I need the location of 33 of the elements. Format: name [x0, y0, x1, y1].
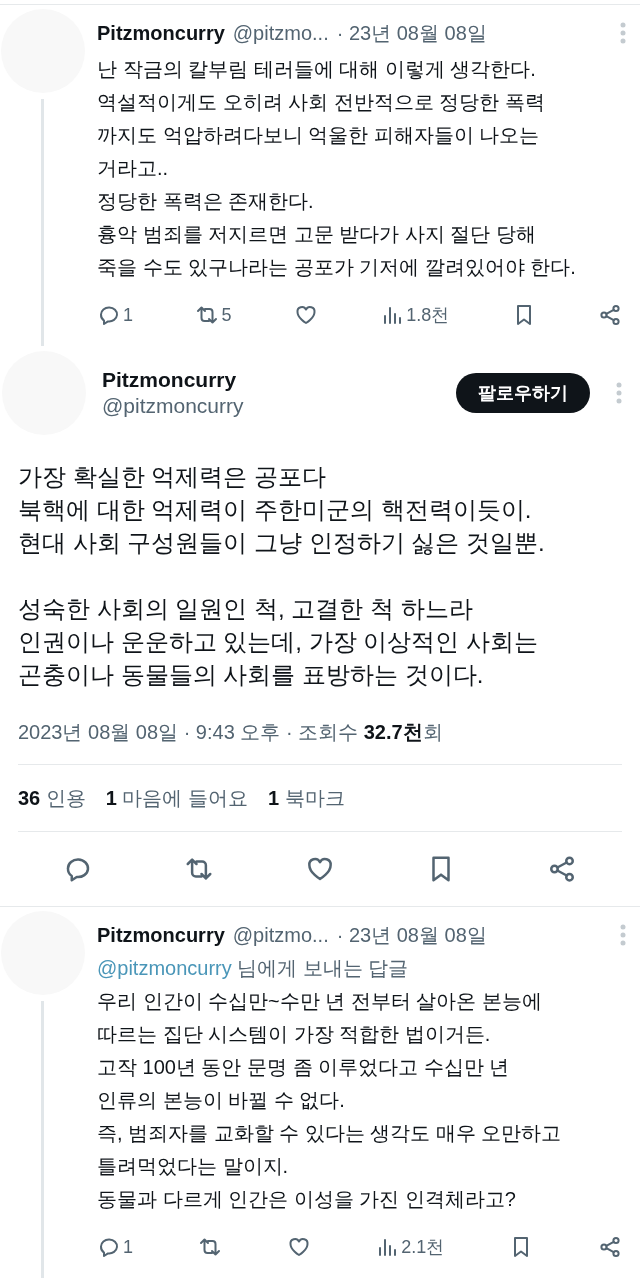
share-icon [597, 1235, 622, 1259]
post-text: 우리 인간이 수십만~수만 년 전부터 살아온 본능에 따르는 집단 시스템이 가장 적합한 법이거든. 고작 100년 동안 문명 좀 이루었다고 수십만 년 인류의 본능이 바뀔 수 없다. 즉, 범죄자를 교화할 수 있다는 생각도 매우 오만하고 틀려먹었다는 말이지. 동물과 다르게 인간은 이성을 가진 인격체라고? [97, 989, 563, 1212]
author-name[interactable]: Pitzmoncurry [97, 923, 225, 947]
reply-icon [97, 303, 121, 327]
repost-button[interactable] [197, 1235, 222, 1259]
reply-icon [97, 1235, 121, 1259]
author-handle[interactable]: @pitzmo... [232, 923, 329, 947]
repost-button[interactable]: 5 [195, 303, 232, 327]
post-timestamp: 2023년 08월 08일 · 9:43 오후 · 조회수 32.7천회 [18, 719, 622, 765]
views-button[interactable]: 1.8천 [380, 303, 450, 327]
author-name[interactable]: Pitzmoncurry [97, 21, 225, 45]
share-button[interactable] [597, 303, 622, 327]
post-text: 가장 확실한 억제력은 공포다 북핵에 대한 억제력이 주한미군의 핵전력이듯이. 현대 사회 구성원들이 그냥 인정하기 싫은 것일뿐. [18, 462, 546, 558]
post-text: 난 작금의 칼부림 테러들에 대해 이렇게 생각한다. 역설적이게도 오히려 사회 전반적으로 정당한 폭력 까지도 억압하려다보니 억울한 피해자들이 나오는 거라고.. 정당한 폭력은 존재한다. 흉악 범죄를 저지르면 고문 받다가 사지 절단 당해 죽을 수도 있구나라는 공포가 기저에 깔려있어야 한다. [97, 57, 577, 280]
author-name[interactable]: Pitzmoncurry [102, 368, 237, 392]
mention-link[interactable]: @pitzmoncurry [97, 957, 232, 979]
reply-button[interactable]: 1 [97, 303, 133, 327]
views-button[interactable]: 2.1천 [375, 1235, 445, 1259]
post-date[interactable]: · 23년 08월 08일 [336, 921, 487, 949]
author-handle[interactable]: @pitzmoncurry [102, 394, 244, 418]
post-text: 성숙한 사회의 일원인 척, 고결한 척 하느라 인권이나 운운하고 있는데, 가장 이상적인 사회는 곤충이나 동물들의 사회를 표방하는 것이다. [18, 594, 539, 690]
stat-link[interactable]: 36 인용 [18, 784, 86, 812]
repost-icon [197, 1235, 222, 1259]
repost-icon [195, 303, 220, 327]
reply-button[interactable]: 1 [97, 1235, 133, 1259]
share-button[interactable] [597, 1235, 622, 1259]
stat-link[interactable]: 1 북마크 [268, 784, 345, 812]
author-handle[interactable]: @pitzmo... [232, 21, 329, 45]
post-date[interactable]: · 23년 08월 08일 [336, 19, 487, 47]
follow-button[interactable]: 팔로우하기 [456, 373, 590, 413]
stat-link[interactable]: 1 마음에 들어요 [105, 784, 249, 812]
reply-context: @pitzmoncurry 님에게 보내는 답글 [97, 956, 410, 981]
share-icon [597, 303, 622, 327]
